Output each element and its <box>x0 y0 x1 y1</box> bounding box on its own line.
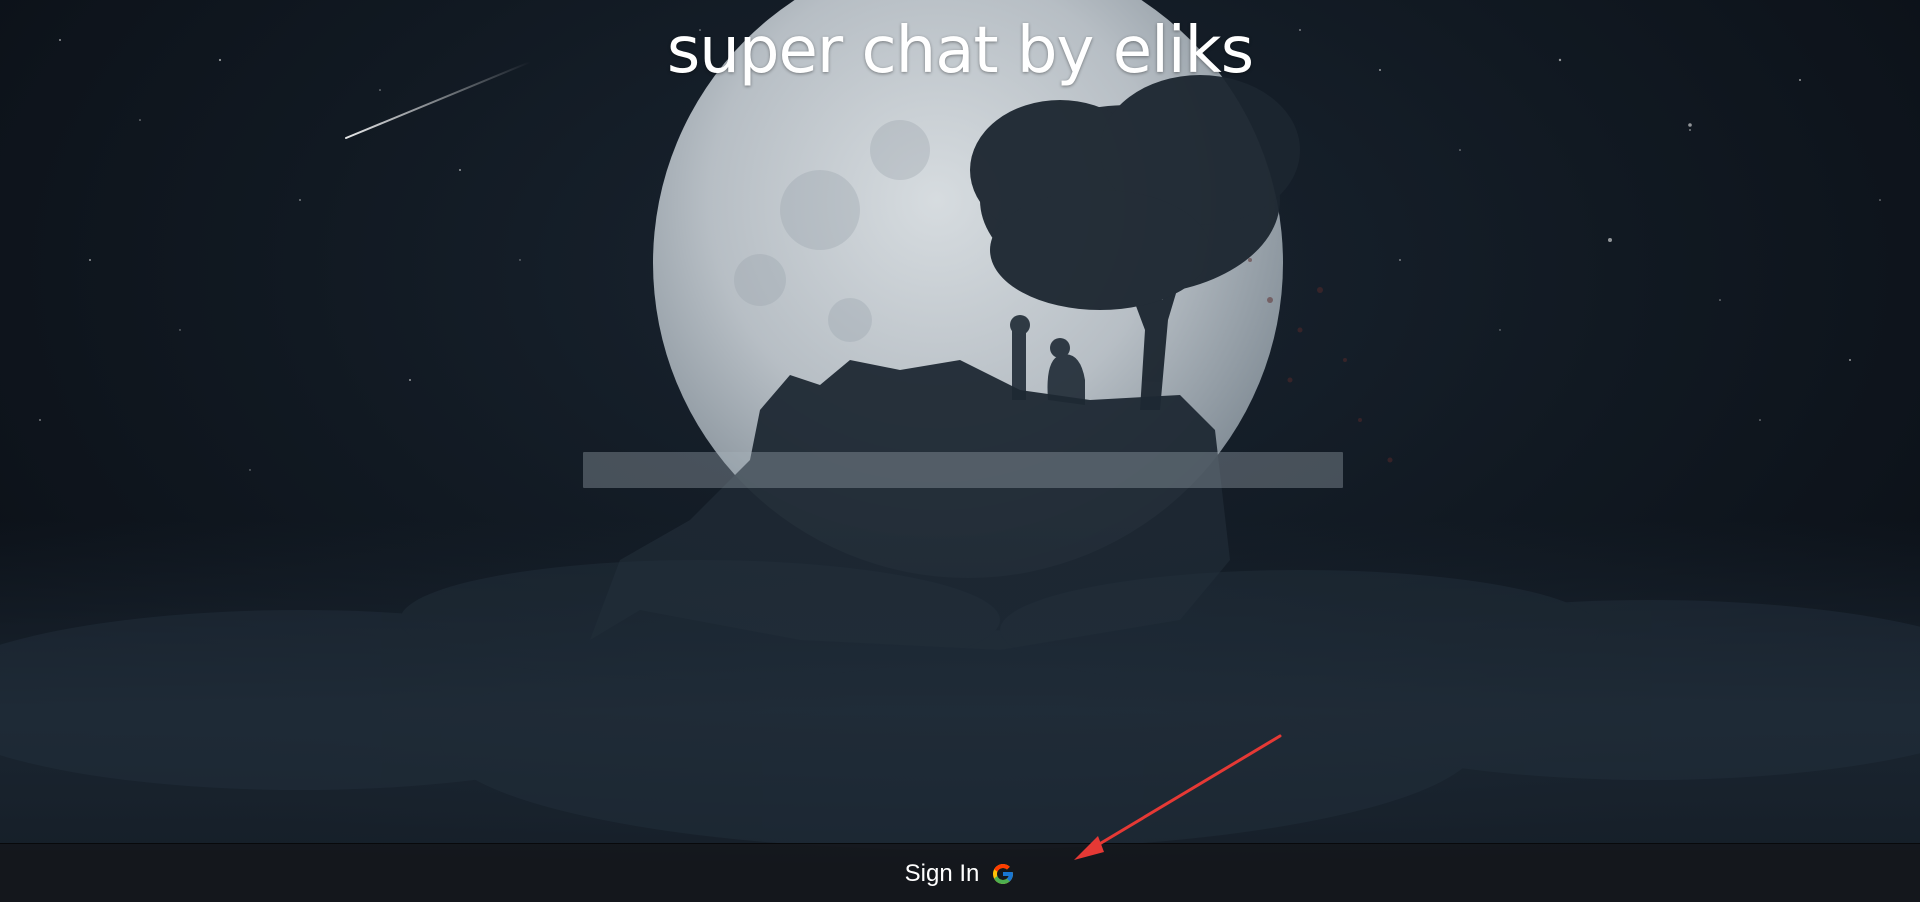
footer-bar: Sign In <box>0 843 1920 902</box>
message-input-bar[interactable] <box>583 452 1343 488</box>
background-scene <box>0 0 1920 902</box>
sign-in-button[interactable]: Sign In <box>895 854 1026 894</box>
page: super chat by eliks Sign In <box>0 0 1920 902</box>
google-icon <box>993 863 1014 884</box>
sign-in-label: Sign In <box>904 859 980 887</box>
page-title: super chat by eliks <box>666 14 1254 88</box>
